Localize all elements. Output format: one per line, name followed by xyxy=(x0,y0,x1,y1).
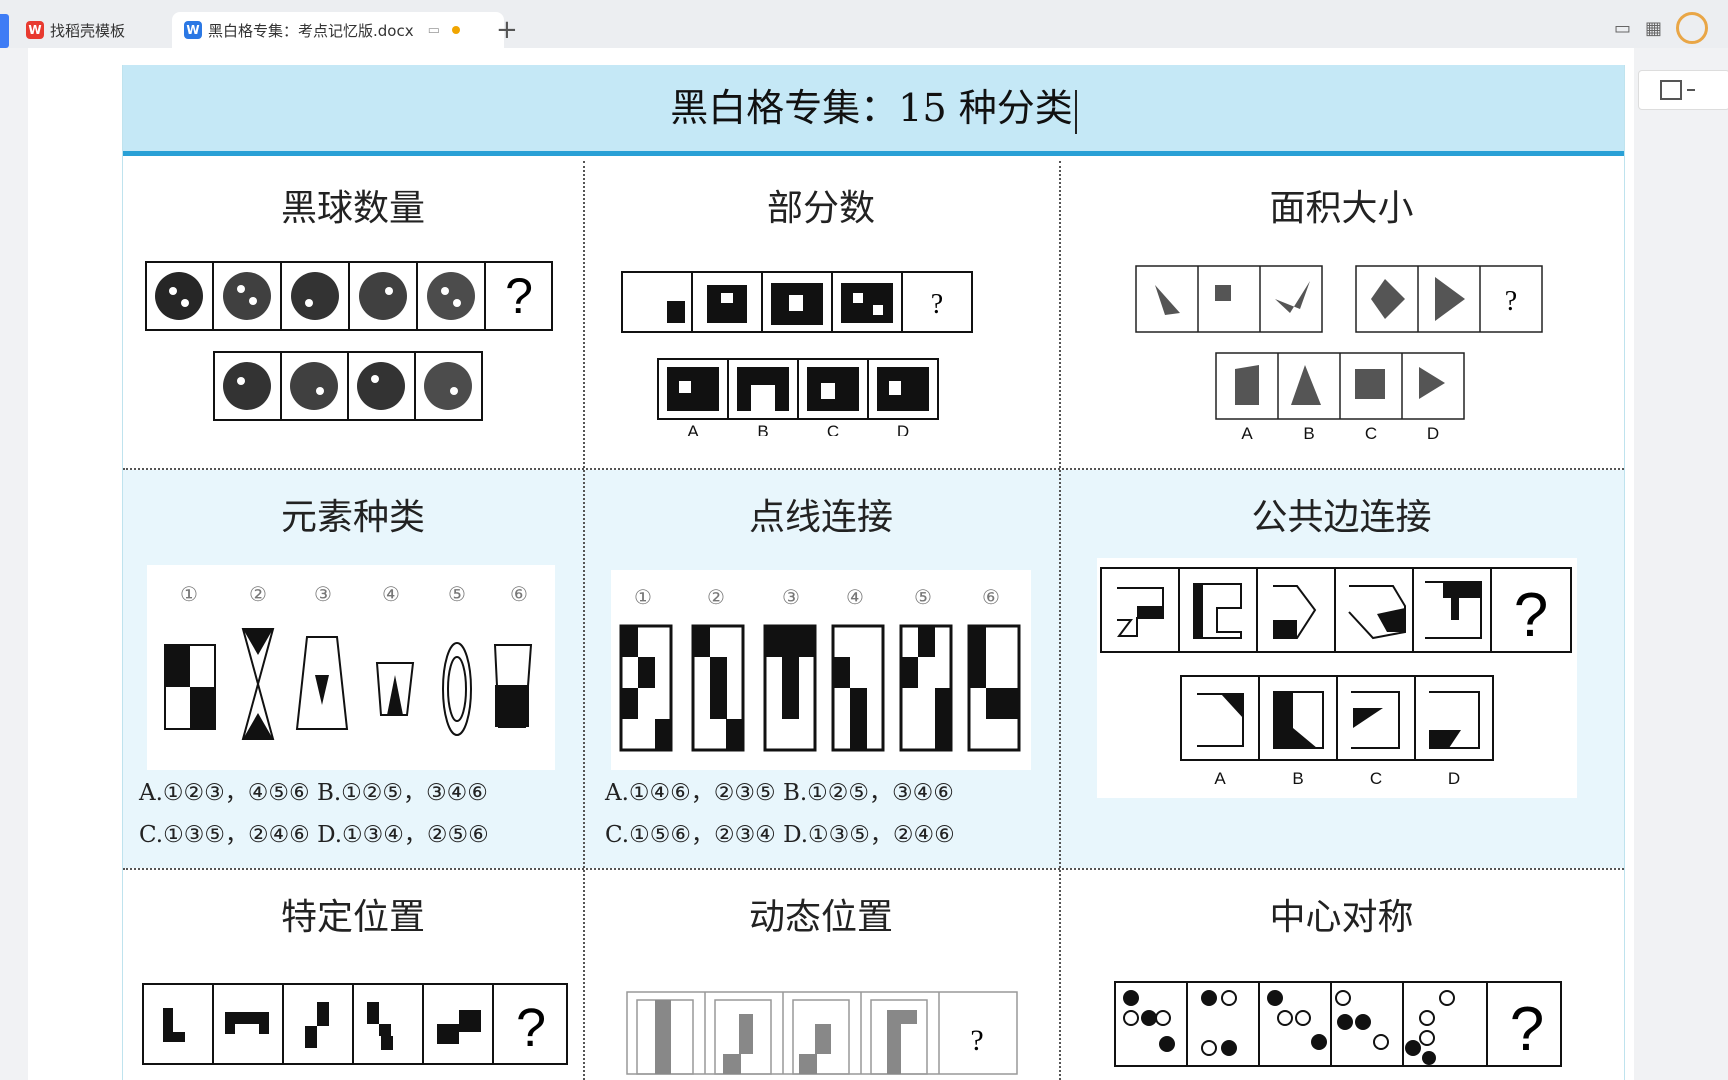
figure-number: ① xyxy=(180,582,198,606)
question-mark: ? xyxy=(505,268,533,324)
cell-dynamic-position: 动态位置 ? xyxy=(583,870,1059,1080)
cell-shared-edge-connection: 公共边连接 ? A B C D xyxy=(1059,470,1624,868)
title-text: 黑白格专集：15 种分类 xyxy=(670,86,1073,130)
shared-edge-figure: ? A B C D xyxy=(1097,558,1577,798)
figure-number: ⑤ xyxy=(914,585,932,609)
option-label: D xyxy=(442,428,454,431)
option-label: B xyxy=(1303,424,1314,440)
element-types-figure: ① ② ③ ④ ⑤ ⑥ xyxy=(147,565,555,770)
tab-document[interactable]: W 黑白格专集：考点记忆版.docx ▭ xyxy=(172,12,504,48)
cell-heading: 黑球数量 xyxy=(280,188,425,229)
unsaved-dot-icon xyxy=(451,26,460,34)
cell-divider xyxy=(1059,870,1061,1080)
figure-number: ③ xyxy=(782,585,800,609)
word-icon: W xyxy=(184,21,202,39)
monitor-icon[interactable]: ▭ xyxy=(428,23,440,38)
option-label: B xyxy=(757,422,768,436)
new-tab-button[interactable]: + xyxy=(496,14,518,46)
cell-divider xyxy=(1059,161,1061,468)
cell-element-types: 元素种类 ① ② ③ ④ ⑤ ⑥ A.①②③，④⑤⑥ B.①②⑤，③④⑥ C.①… xyxy=(123,470,583,868)
option-label: B xyxy=(1292,769,1303,788)
reading-mode-icon[interactable]: ▭ xyxy=(1614,18,1631,39)
question-mark: ? xyxy=(970,1024,983,1057)
cell-divider xyxy=(583,870,585,1080)
cell-heading: 中心对称 xyxy=(1269,897,1414,938)
cell-black-ball-count: 黑球数量 ? A B C xyxy=(123,161,583,468)
area-size-figure: ? A B C D xyxy=(1135,265,1543,440)
answer-options: A.①④⑥，②③⑤ B.①②⑤，③④⑥ xyxy=(605,780,954,806)
cell-heading: 动态位置 xyxy=(748,897,893,938)
cell-heading: 公共边连接 xyxy=(1251,497,1432,538)
cell-specific-position: 特定位置 ? xyxy=(123,870,583,1080)
cell-part-count: 部分数 ? A B C D xyxy=(583,161,1059,468)
grid-view-icon[interactable]: ▦ xyxy=(1645,18,1662,39)
answer-options: C.①⑤⑥，②③④ D.①③⑤，②④⑥ xyxy=(605,822,955,848)
table-row: 特定位置 ? 动态位置 ? 中心对称 ? xyxy=(123,870,1624,1080)
option-label: C xyxy=(375,428,387,431)
cell-heading: 面积大小 xyxy=(1269,188,1414,229)
zoom-control[interactable] xyxy=(1638,70,1728,110)
option-label: A xyxy=(1241,424,1253,440)
answer-options: A.①②③，④⑤⑥ B.①②⑤，③④⑥ xyxy=(139,780,488,806)
point-line-figure: ① ② ③ ④ ⑤ ⑥ xyxy=(611,570,1031,770)
option-label: B xyxy=(308,428,319,431)
cell-area-size: 面积大小 ? A B C D xyxy=(1059,161,1624,468)
figure-number: ③ xyxy=(314,582,332,606)
figure-number: ② xyxy=(249,582,267,606)
avatar[interactable] xyxy=(1676,12,1708,44)
question-mark: ? xyxy=(1514,581,1548,650)
question-mark: ? xyxy=(516,998,546,1058)
tab-bar: W 找稻壳模板 W 黑白格专集：考点记忆版.docx ▭ + ▭ ▦ xyxy=(0,0,1728,48)
option-label: A xyxy=(1214,769,1226,788)
cell-central-symmetry: 中心对称 ? xyxy=(1059,870,1624,1080)
wps-icon: W xyxy=(26,21,44,39)
option-label: A xyxy=(241,428,253,431)
cell-divider xyxy=(583,470,585,868)
tab-label: 黑白格专集：考点记忆版.docx xyxy=(208,21,414,40)
text-cursor xyxy=(1074,89,1077,134)
document-title[interactable]: 黑白格专集：15 种分类 xyxy=(123,65,1624,156)
cell-heading: 部分数 xyxy=(766,188,875,229)
central-symmetry-figure: ? xyxy=(1114,981,1562,1067)
option-label: D xyxy=(897,422,909,436)
figure-number: ④ xyxy=(846,585,864,609)
option-label: C xyxy=(1365,424,1377,440)
cell-heading: 特定位置 xyxy=(280,897,425,938)
black-ball-figure: ? A B C D xyxy=(145,261,553,431)
figure-number: ⑤ xyxy=(448,582,466,606)
figure-number: ④ xyxy=(382,582,400,606)
sidebar-toggle[interactable] xyxy=(0,14,9,48)
question-mark: ? xyxy=(931,289,943,320)
cell-heading: 元素种类 xyxy=(280,497,425,538)
part-count-figure: ? A B C D xyxy=(621,271,973,436)
figure-number: ② xyxy=(707,585,725,609)
question-mark: ? xyxy=(1505,286,1517,317)
cell-divider xyxy=(583,161,585,468)
cell-divider xyxy=(1059,470,1061,868)
document-table: 黑白格专集：15 种分类 黑球数量 ? 部分数 ? A B C D 面积大小 ?… xyxy=(122,65,1625,1080)
figure-number: ① xyxy=(634,585,652,609)
option-label: C xyxy=(1370,769,1382,788)
table-row: 元素种类 ① ② ③ ④ ⑤ ⑥ A.①②③，④⑤⑥ B.①②⑤，③④⑥ C.①… xyxy=(123,470,1624,868)
table-row: 黑球数量 ? A B C xyxy=(123,161,1624,468)
figure-number: ⑥ xyxy=(510,582,528,606)
option-label: D xyxy=(1427,424,1439,440)
question-mark: ? xyxy=(1510,995,1544,1064)
cell-point-line-connection: 点线连接 ① ② ③ ④ ⑤ ⑥ A.①④⑥，②③⑤ B.①②⑤，③④⑥ C.①… xyxy=(583,470,1059,868)
tab-templates[interactable]: W 找稻壳模板 xyxy=(14,12,176,48)
answer-options: C.①③⑤，②④⑥ D.①③④，②⑤⑥ xyxy=(139,822,489,848)
cell-heading: 点线连接 xyxy=(748,497,893,538)
option-label: C xyxy=(827,422,839,436)
specific-position-figure: ? xyxy=(142,983,568,1065)
figure-number: ⑥ xyxy=(982,585,1000,609)
tab-label: 找稻壳模板 xyxy=(50,21,126,40)
option-label: D xyxy=(1448,769,1460,788)
dynamic-position-figure: ? xyxy=(626,991,1018,1075)
option-label: A xyxy=(687,422,699,436)
